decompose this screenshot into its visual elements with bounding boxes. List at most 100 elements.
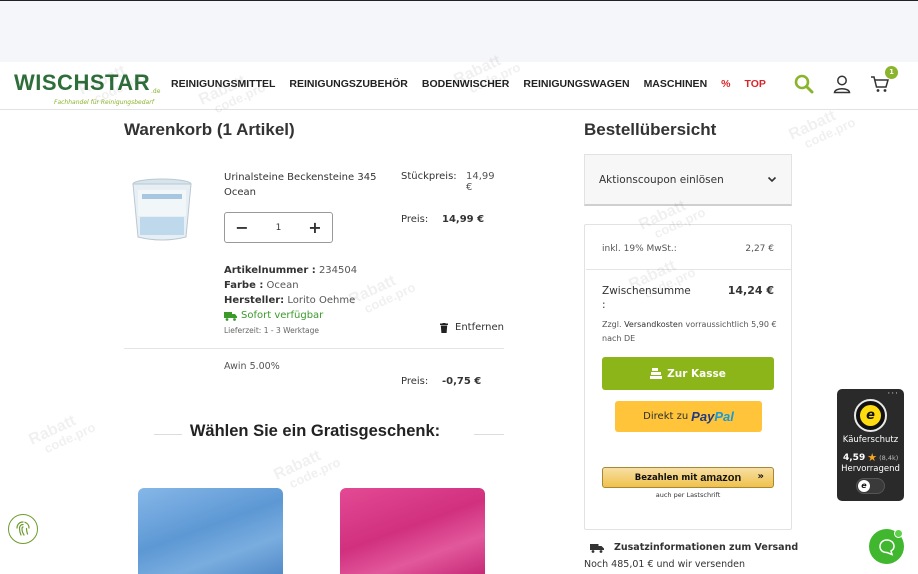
online-indicator xyxy=(894,529,903,538)
remove-item-button[interactable]: Entfernen xyxy=(440,322,504,333)
color-value: Ocean xyxy=(266,280,299,291)
logo-tagline-b: Reinigungsbedarf xyxy=(100,99,154,106)
gift-option-pink-cloth[interactable] xyxy=(340,488,485,574)
product-name[interactable]: Urinalsteine Beckensteine 345 Ocean xyxy=(224,170,384,200)
gift-option-blue-cloth[interactable] xyxy=(138,488,283,574)
shipping-note-prefix: Zzgl. xyxy=(602,320,622,329)
coupon-toggle[interactable]: Aktionscoupon einlösen xyxy=(584,154,792,206)
cart-section: Warenkorb (1 Artikel) Urinalsteine Becke… xyxy=(124,120,504,574)
remove-item-label: Entfernen xyxy=(455,322,505,333)
subtotal-label-colon: : xyxy=(602,299,606,311)
rating-count: (8,4k) xyxy=(879,453,899,462)
vat-value: 2,27 € xyxy=(745,244,774,254)
search-icon[interactable] xyxy=(794,74,814,94)
shipping-costs-link[interactable]: Versandkosten xyxy=(624,320,683,329)
manufacturer-value: Lorito Oehme xyxy=(287,295,356,306)
star-icon: ★ xyxy=(867,451,878,464)
paypal-logo-pal: Pal xyxy=(714,409,734,424)
gift-title: Wählen Sie ein Gratisgeschenk: xyxy=(189,422,441,440)
trusted-shops-toggle[interactable]: e xyxy=(856,478,885,494)
amazon-pay-button[interactable]: Bezahlen mit amazon » xyxy=(602,467,774,488)
user-icon[interactable] xyxy=(832,74,852,94)
line-price-value: 14,99 € xyxy=(442,214,485,225)
nav-reinigungswagen[interactable]: REINIGUNGSWAGEN xyxy=(523,78,629,90)
watermark-line-1: Rabatt xyxy=(26,412,79,449)
watermark-line-1: Rabatt xyxy=(786,107,839,144)
trusted-shops-label: Käuferschutz xyxy=(842,435,899,445)
paypal-button[interactable]: Direkt zu Pay Pal xyxy=(615,401,762,432)
trusted-shops-seal-icon: e xyxy=(854,399,887,432)
wischstar-logo[interactable]: WISCHSTAR .de Fachhandel für Reinigungsb… xyxy=(14,70,164,108)
quantity-increase-button[interactable]: + xyxy=(308,218,322,237)
paypal-prefix: Direkt zu xyxy=(643,411,689,422)
chat-bubble-icon xyxy=(878,538,895,556)
nav-top[interactable]: TOP xyxy=(745,78,766,90)
watermark-line-1: Rabatt xyxy=(271,447,324,484)
unit-price-label: Stückpreis: xyxy=(401,171,457,182)
vat-row: inkl. 19% MwSt.: 2,27 € xyxy=(602,244,774,254)
watermark: Rabattcode.pro xyxy=(786,103,858,156)
amazon-prefix: Bezahlen mit xyxy=(634,472,698,483)
more-options-icon[interactable]: ··· xyxy=(887,389,899,399)
fingerprint-icon[interactable] xyxy=(8,514,38,544)
color-label: Farbe : xyxy=(224,280,264,291)
checkout-label: Zur Kasse xyxy=(667,367,726,380)
subtotal-value: 14,24 € xyxy=(727,284,774,297)
shipping-info-title: Zusatzinformationen zum Versand xyxy=(590,542,798,553)
nav-sale[interactable]: % xyxy=(721,78,730,90)
quantity-decrease-button[interactable]: − xyxy=(235,218,249,237)
summary-box: inkl. 19% MwSt.: 2,27 € Zwischensumme : … xyxy=(584,224,792,530)
shipping-note: Zzgl. Versandkosten vorraussichtlich 5,9… xyxy=(602,318,777,346)
product-image[interactable] xyxy=(130,174,194,242)
trash-icon xyxy=(440,322,448,333)
amazon-logo: amazon xyxy=(700,471,742,484)
unit-price-value: 14,99 € xyxy=(466,171,495,193)
quantity-stepper: − 1 + xyxy=(224,212,333,243)
coupon-label: Aktionscoupon einlösen xyxy=(599,173,724,186)
line-price-label: Preis: xyxy=(401,214,429,225)
availability-label: Sofort verfügbar xyxy=(241,310,324,321)
nav-maschinen[interactable]: MASCHINEN xyxy=(644,78,708,90)
truck-icon xyxy=(224,311,237,321)
logo-tagline-a: Fachhandel für xyxy=(54,99,99,106)
cart-icon[interactable]: 1 xyxy=(870,66,898,94)
watermark-line-2: code.pro xyxy=(361,279,418,317)
order-summary: Bestellübersicht Aktionscoupon einlösen … xyxy=(584,120,798,570)
nav-bodenwischer[interactable]: BODENWISCHER xyxy=(422,78,510,90)
summary-title: Bestellübersicht xyxy=(584,120,717,139)
discount-price-value: -0,75 € xyxy=(442,376,482,387)
header-icons: 1 xyxy=(794,66,898,94)
gift-title-rule-right xyxy=(474,434,504,435)
cart-title: Warenkorb (1 Artikel) xyxy=(124,120,295,139)
checkout-button[interactable]: Zur Kasse xyxy=(602,357,774,390)
nav-reinigungszubehoer[interactable]: REINIGUNGSZUBEHÖR xyxy=(289,78,407,90)
chevron-down-icon xyxy=(767,176,777,183)
amazon-subtext: auch per Lastschrift xyxy=(655,491,721,499)
shipping-info-label: Zusatzinformationen zum Versand xyxy=(614,542,799,553)
subtotal-label-text: Zwischensumme xyxy=(602,285,691,297)
nav-reinigungsmittel[interactable]: REINIGUNGSMITTEL xyxy=(171,78,275,90)
watermark-line-2: code.pro xyxy=(801,114,858,152)
article-no-label: Artikelnummer : xyxy=(224,265,316,276)
logo-wordmark: WISCHSTAR xyxy=(14,70,151,95)
availability-status: Sofort verfügbar xyxy=(224,308,357,323)
double-chevron-right-icon: » xyxy=(757,471,764,482)
cart-count-badge: 1 xyxy=(885,66,898,79)
trusted-shops-rating: 4,59 ★ (8,4k) xyxy=(843,451,898,464)
site-header: WISCHSTAR .de Fachhandel für Reinigungsb… xyxy=(0,62,918,110)
logo-tagline: Fachhandel für Reinigungsbedarf xyxy=(54,99,154,106)
manufacturer-label: Hersteller: xyxy=(224,295,285,306)
discount-name: Awin 5.00% xyxy=(224,361,280,372)
watermark-line-2: code.pro xyxy=(286,454,343,492)
discount-price-label: Preis: xyxy=(401,376,429,387)
logo-domain: .de xyxy=(151,88,161,95)
cash-register-icon xyxy=(650,368,663,379)
product-details: Artikelnummer : 234504 Farbe : Ocean Her… xyxy=(224,263,357,338)
watermark: Rabattcode.pro xyxy=(271,443,343,496)
trusted-shops-widget[interactable]: ··· e Käuferschutz 4,59 ★ (8,4k) Hervorr… xyxy=(837,389,904,501)
quantity-input[interactable]: 1 xyxy=(276,223,282,233)
paypal-logo-pay: Pay xyxy=(691,409,715,424)
main-nav: REINIGUNGSMITTEL REINIGUNGSZUBEHÖR BODEN… xyxy=(171,78,780,90)
summary-divider xyxy=(586,269,791,270)
rating-value: 4,59 xyxy=(843,452,866,463)
